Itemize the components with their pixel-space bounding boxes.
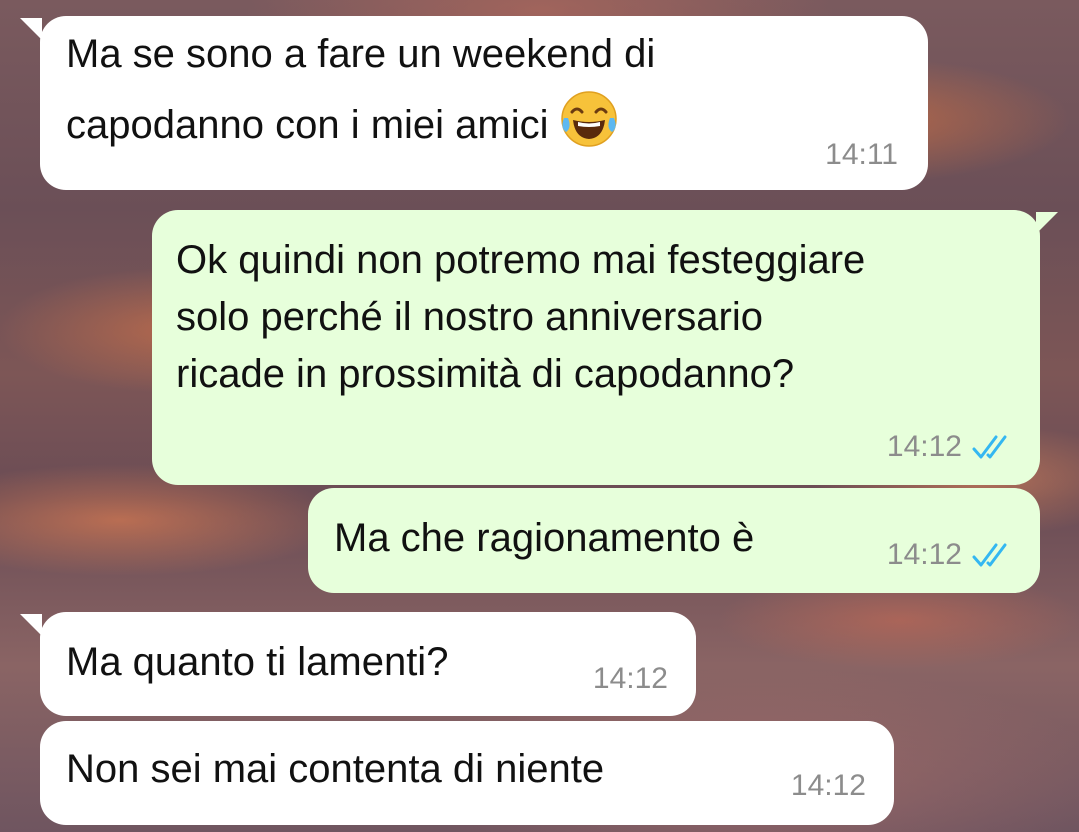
message-bubble-incoming[interactable]: Non sei mai contenta di niente 14:12: [40, 721, 894, 825]
message-time: 14:12: [592, 662, 668, 695]
message-text-line: capodanno con i miei amici: [66, 103, 549, 147]
bubble-tail: [20, 18, 42, 40]
message-text-line: Ok quindi non potremo mai festeggiare: [176, 238, 866, 282]
message-meta: 14:12: [593, 662, 668, 696]
message-text-line: Non sei mai contenta di niente: [66, 747, 605, 791]
message-meta: 14:11: [825, 138, 898, 172]
message-meta: 14:12: [791, 769, 866, 803]
message-text-line: capodanno con i miei amici: [66, 88, 620, 154]
message-time: 14:12: [886, 430, 962, 463]
message-bubble-outgoing[interactable]: Ok quindi non potremo mai festeggiare so…: [152, 210, 1040, 485]
face-with-tears-of-joy-icon: [558, 88, 620, 150]
message-bubble-incoming[interactable]: Ma quanto ti lamenti? 14:12: [40, 612, 696, 716]
message-meta: 14:12: [887, 430, 1016, 464]
message-time: 14:12: [886, 538, 962, 571]
read-ticks-icon: [972, 541, 1016, 569]
message-bubble-incoming[interactable]: Ma se sono a fare un weekend di capodann…: [40, 16, 928, 190]
read-ticks-icon: [972, 433, 1016, 461]
message-text-line: Ma che ragionamento è: [334, 516, 755, 560]
message-time: 14:12: [790, 769, 866, 802]
message-text-line: Ma quanto ti lamenti?: [66, 640, 449, 684]
message-time: 14:11: [825, 138, 898, 171]
message-text-line: ricade in prossimità di capodanno?: [176, 352, 795, 396]
message-bubble-outgoing[interactable]: Ma che ragionamento è 14:12: [308, 488, 1040, 593]
message-text-line: Ma se sono a fare un weekend di: [66, 32, 656, 76]
message-meta: 14:12: [887, 538, 1016, 572]
bubble-tail: [20, 614, 42, 636]
message-text-line: solo perché il nostro anniversario: [176, 295, 763, 339]
